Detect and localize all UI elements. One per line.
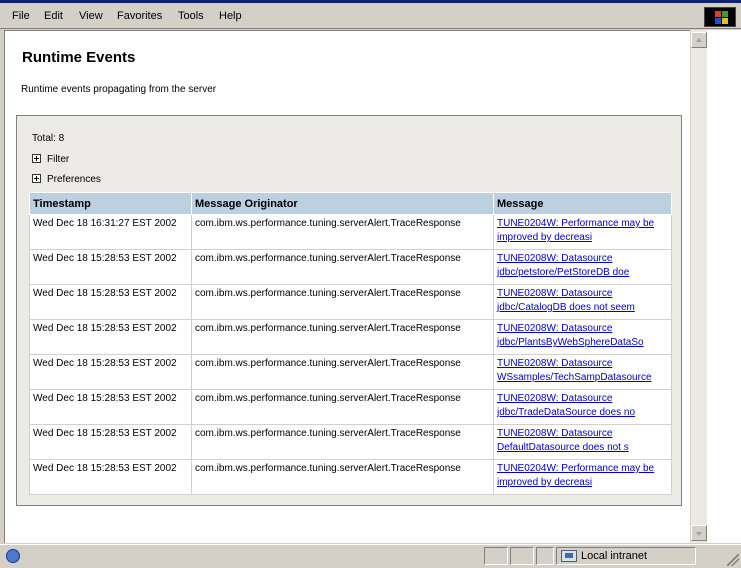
message-cell: TUNE0208W: Datasource jdbc/PlantsByWebSp…: [493, 319, 672, 355]
intranet-zone-icon: [561, 550, 577, 562]
message-cell: TUNE0208W: Datasource jdbc/TradeDataSour…: [493, 389, 672, 425]
message-link[interactable]: TUNE0208W: Datasource jdbc/PlantsByWebSp…: [497, 323, 644, 348]
originator-cell: com.ibm.ws.performance.tuning.serverAler…: [191, 389, 494, 425]
scroll-down-button[interactable]: [691, 525, 707, 541]
message-cell: TUNE0208W: Datasource DefaultDatasource …: [493, 424, 672, 460]
timestamp-cell: Wed Dec 18 16:31:27 EST 2002: [29, 214, 192, 250]
menu-tools[interactable]: Tools: [178, 10, 204, 22]
menu-help[interactable]: Help: [219, 10, 242, 22]
timestamp-cell: Wed Dec 18 15:28:53 EST 2002: [29, 249, 192, 285]
column-header-originator[interactable]: Message Originator: [191, 192, 494, 215]
table-row: Wed Dec 18 15:28:53 EST 2002 com.ibm.ws.…: [29, 389, 672, 425]
security-zone-cell[interactable]: Local intranet: [556, 547, 696, 565]
plus-box-icon[interactable]: [32, 174, 41, 183]
resize-grip-icon[interactable]: [727, 554, 739, 566]
originator-cell: com.ibm.ws.performance.tuning.serverAler…: [191, 214, 494, 250]
plus-box-icon[interactable]: [32, 154, 41, 163]
scroll-up-button[interactable]: [691, 32, 707, 48]
menu-file[interactable]: File: [12, 10, 30, 22]
message-link[interactable]: TUNE0208W: Datasource WSsamples/TechSamp…: [497, 358, 652, 383]
message-cell: TUNE0204W: Performance may be improved b…: [493, 459, 672, 495]
total-count: Total: 8: [32, 133, 65, 144]
originator-cell: com.ibm.ws.performance.tuning.serverAler…: [191, 354, 494, 390]
zone-label: Local intranet: [581, 550, 648, 562]
table-row: Wed Dec 18 15:28:53 EST 2002 com.ibm.ws.…: [29, 249, 672, 285]
column-header-message[interactable]: Message: [493, 192, 672, 215]
status-cell: [510, 547, 534, 565]
originator-cell: com.ibm.ws.performance.tuning.serverAler…: [191, 249, 494, 285]
status-bar: Local intranet: [0, 544, 741, 568]
timestamp-cell: Wed Dec 18 15:28:53 EST 2002: [29, 319, 192, 355]
status-cell: [536, 547, 554, 565]
windows-flag-icon: [704, 7, 736, 27]
menu-bar: File Edit View Favorites Tools Help: [0, 3, 741, 29]
page-title: Runtime Events: [22, 49, 136, 66]
originator-cell: com.ibm.ws.performance.tuning.serverAler…: [191, 284, 494, 320]
column-header-timestamp[interactable]: Timestamp: [29, 192, 192, 215]
filter-expander[interactable]: Filter: [32, 154, 69, 166]
page-content: Runtime Events Runtime events propagatin…: [4, 30, 690, 543]
arrow-up-icon: [696, 38, 702, 42]
message-link[interactable]: TUNE0208W: Datasource jdbc/TradeDataSour…: [497, 393, 635, 418]
timestamp-cell: Wed Dec 18 15:28:53 EST 2002: [29, 389, 192, 425]
message-link[interactable]: TUNE0208W: Datasource DefaultDatasource …: [497, 428, 629, 453]
status-cell: [484, 547, 508, 565]
arrow-down-icon: [696, 532, 702, 536]
originator-cell: com.ibm.ws.performance.tuning.serverAler…: [191, 459, 494, 495]
preferences-expander[interactable]: Preferences: [32, 174, 101, 186]
originator-cell: com.ibm.ws.performance.tuning.serverAler…: [191, 319, 494, 355]
window-gutter: [707, 30, 741, 543]
message-cell: TUNE0208W: Datasource jdbc/CatalogDB doe…: [493, 284, 672, 320]
ie-page-icon: [6, 549, 20, 563]
preferences-label[interactable]: Preferences: [47, 174, 101, 185]
vertical-scrollbar[interactable]: [690, 30, 707, 543]
events-table: Timestamp Message Originator Message Wed…: [29, 192, 672, 495]
table-row: Wed Dec 18 15:28:53 EST 2002 com.ibm.ws.…: [29, 284, 672, 320]
message-link[interactable]: TUNE0204W: Performance may be improved b…: [497, 218, 654, 243]
message-cell: TUNE0208W: Datasource WSsamples/TechSamp…: [493, 354, 672, 390]
message-cell: TUNE0208W: Datasource jdbc/petstore/PetS…: [493, 249, 672, 285]
timestamp-cell: Wed Dec 18 15:28:53 EST 2002: [29, 354, 192, 390]
page-description: Runtime events propagating from the serv…: [21, 84, 217, 95]
message-link[interactable]: TUNE0208W: Datasource jdbc/CatalogDB doe…: [497, 288, 635, 313]
table-row: Wed Dec 18 15:28:53 EST 2002 com.ibm.ws.…: [29, 319, 672, 355]
timestamp-cell: Wed Dec 18 15:28:53 EST 2002: [29, 459, 192, 495]
message-link[interactable]: TUNE0204W: Performance may be improved b…: [497, 463, 654, 488]
filter-label[interactable]: Filter: [47, 154, 69, 165]
menu-edit[interactable]: Edit: [44, 10, 63, 22]
timestamp-cell: Wed Dec 18 15:28:53 EST 2002: [29, 284, 192, 320]
table-row: Wed Dec 18 15:28:53 EST 2002 com.ibm.ws.…: [29, 354, 672, 390]
timestamp-cell: Wed Dec 18 15:28:53 EST 2002: [29, 424, 192, 460]
originator-cell: com.ibm.ws.performance.tuning.serverAler…: [191, 424, 494, 460]
menu-favorites[interactable]: Favorites: [117, 10, 162, 22]
message-cell: TUNE0204W: Performance may be improved b…: [493, 214, 672, 250]
table-row: Wed Dec 18 15:28:53 EST 2002 com.ibm.ws.…: [29, 459, 672, 495]
table-header-row: Timestamp Message Originator Message: [29, 192, 672, 215]
table-row: Wed Dec 18 16:31:27 EST 2002 com.ibm.ws.…: [29, 214, 672, 250]
menu-view[interactable]: View: [79, 10, 103, 22]
table-row: Wed Dec 18 15:28:53 EST 2002 com.ibm.ws.…: [29, 424, 672, 460]
events-panel: Total: 8 Filter Preferences Timestamp Me…: [16, 115, 682, 506]
message-link[interactable]: TUNE0208W: Datasource jdbc/petstore/PetS…: [497, 253, 629, 278]
